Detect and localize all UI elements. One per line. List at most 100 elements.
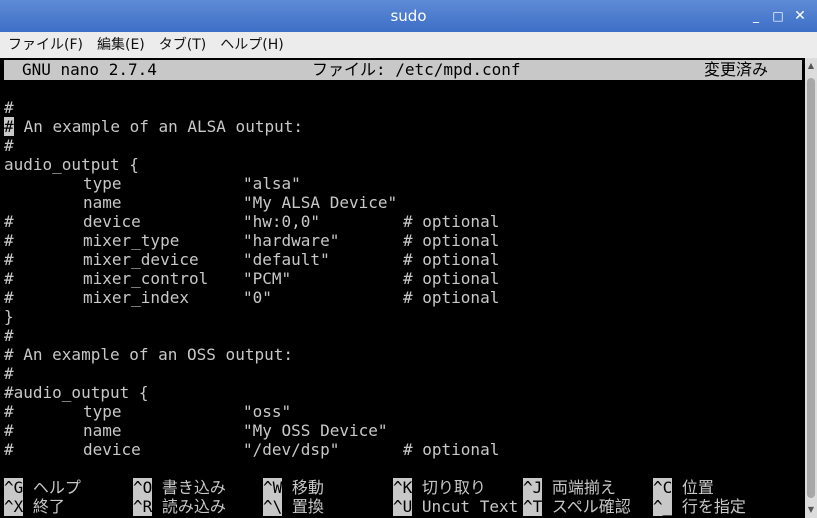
config-value: "default" <box>243 250 330 269</box>
nano-version: GNU nano 2.7.4 <box>22 60 157 79</box>
menu-file[interactable]: ファイル(F) <box>0 32 89 58</box>
config-key: device <box>83 440 141 459</box>
scroll-up-icon[interactable]: ▲ <box>805 60 817 72</box>
shortcut-key: ^C <box>653 478 673 497</box>
shortcut-item: ^X 終了 <box>4 497 65 516</box>
shortcut-key: ^K <box>393 478 413 497</box>
config-key: name <box>83 193 122 212</box>
shortcut-item: ^O 書き込み <box>133 478 226 497</box>
line-prefix: # <box>4 250 14 269</box>
shortcut-label: ヘルプ <box>23 478 81 497</box>
line-prefix: # <box>4 402 14 421</box>
terminal-window: sudo _ □ ✕ ファイル(F) 編集(E) タブ(T) ヘルプ(H) GN… <box>0 0 817 518</box>
line-prefix: # <box>4 212 14 231</box>
config-value: "oss" <box>243 402 292 421</box>
shortcut-item: ^U Uncut Text <box>393 497 518 516</box>
config-key: type <box>83 402 122 421</box>
text-cursor: # <box>4 117 14 136</box>
shortcut-item: ^T スペル確認 <box>523 497 631 516</box>
config-value: "alsa" <box>243 174 301 193</box>
config-value: "0" <box>243 288 272 307</box>
shortcut-key: ^J <box>523 478 543 497</box>
shortcut-label: 書き込み <box>152 478 226 497</box>
maximize-button[interactable]: □ <box>767 5 789 27</box>
config-key: type <box>83 174 122 193</box>
shortcut-item: ^K 切り取り <box>393 478 486 497</box>
shortcut-label: 読み込み <box>152 497 226 516</box>
config-key: name <box>83 421 122 440</box>
shortcut-key: ^T <box>523 497 543 516</box>
terminal-area[interactable]: GNU nano 2.7.4 ファイル: /etc/mpd.conf 変更済み … <box>0 58 805 518</box>
shortcut-key: ^G <box>4 478 24 497</box>
config-key: mixer_control <box>83 269 209 288</box>
nano-filename: ファイル: /etc/mpd.conf <box>312 60 521 79</box>
line-prefix: # <box>4 98 14 117</box>
shortcut-key: ^R <box>133 497 153 516</box>
window-title: sudo <box>390 7 427 25</box>
config-comment: # optional <box>403 440 500 459</box>
shortcut-item: ^\ 置換 <box>263 497 324 516</box>
config-comment: # optional <box>403 288 500 307</box>
line-prefix: # <box>4 288 14 307</box>
line-prefix: } <box>4 307 14 326</box>
line-prefix: # <box>4 440 14 459</box>
line-prefix: # <box>4 231 14 250</box>
shortcut-label: 置換 <box>282 497 324 516</box>
shortcut-label: 終了 <box>23 497 65 516</box>
menu-help[interactable]: ヘルプ(H) <box>212 32 289 58</box>
config-comment: # optional <box>403 269 500 288</box>
shortcut-key: ^U <box>393 497 413 516</box>
shortcut-label: 行を指定 <box>672 497 746 516</box>
menu-tabs[interactable]: タブ(T) <box>151 32 212 58</box>
line-prefix: # <box>4 269 14 288</box>
shortcut-label: 両端揃え <box>542 478 616 497</box>
close-button[interactable]: ✕ <box>789 5 811 27</box>
line-prefix: # <box>4 136 14 155</box>
menu-bar: ファイル(F) 編集(E) タブ(T) ヘルプ(H) <box>0 32 817 58</box>
config-value: "My OSS Device" <box>243 421 388 440</box>
shortcut-item: ^R 読み込み <box>133 497 226 516</box>
shortcut-item: ^J 両端揃え <box>523 478 616 497</box>
shortcut-label: Uncut Text <box>412 497 519 516</box>
shortcut-label: 位置 <box>672 478 714 497</box>
config-value: "hardware" <box>243 231 340 250</box>
line-text: An example of an ALSA output: <box>14 117 303 136</box>
line-prefix: # <box>4 421 14 440</box>
shortcut-key: ^_ <box>653 497 673 516</box>
shortcut-label: 移動 <box>282 478 324 497</box>
config-comment: # optional <box>403 250 500 269</box>
line-prefix: # <box>4 326 14 345</box>
config-value: "My ALSA Device" <box>243 193 398 212</box>
title-bar[interactable]: sudo _ □ ✕ <box>0 0 817 32</box>
shortcut-item: ^_ 行を指定 <box>653 497 746 516</box>
shortcut-label: スペル確認 <box>542 497 631 516</box>
line-prefix: audio_output { <box>4 155 139 174</box>
nano-modified-status: 変更済み <box>704 60 769 79</box>
menu-edit[interactable]: 編集(E) <box>89 32 151 58</box>
shortcut-key: ^\ <box>263 497 283 516</box>
line-prefix: # An example of an OSS output: <box>4 345 293 364</box>
config-key: device <box>83 212 141 231</box>
config-key: mixer_index <box>83 288 189 307</box>
config-value: "hw:0,0" <box>243 212 321 231</box>
config-key: mixer_type <box>83 231 180 250</box>
scrollbar[interactable]: ▲ ▼ <box>805 58 817 518</box>
config-key: mixer_device <box>83 250 199 269</box>
config-comment: # optional <box>403 231 500 250</box>
minimize-button[interactable]: _ <box>745 5 767 27</box>
scroll-thumb[interactable] <box>807 78 815 498</box>
config-value: "/dev/dsp" <box>243 440 340 459</box>
shortcut-item: ^W 移動 <box>263 478 324 497</box>
shortcut-label: 切り取り <box>412 478 486 497</box>
scroll-down-icon[interactable]: ▼ <box>805 504 817 516</box>
shortcut-key: ^X <box>4 497 24 516</box>
shortcut-item: ^C 位置 <box>653 478 714 497</box>
config-value: "PCM" <box>243 269 292 288</box>
shortcut-key: ^O <box>133 478 153 497</box>
line-prefix: # <box>4 364 14 383</box>
nano-header: GNU nano 2.7.4 ファイル: /etc/mpd.conf 変更済み <box>4 60 802 80</box>
line-prefix: #audio_output { <box>4 383 149 402</box>
shortcut-key: ^W <box>263 478 283 497</box>
shortcut-item: ^G ヘルプ <box>4 478 81 497</box>
shortcut-bar: ^G ヘルプ ^O 書き込み ^W 移動 ^K 切り取り ^J 両端揃え ^C 位置 ^X … <box>4 478 804 518</box>
